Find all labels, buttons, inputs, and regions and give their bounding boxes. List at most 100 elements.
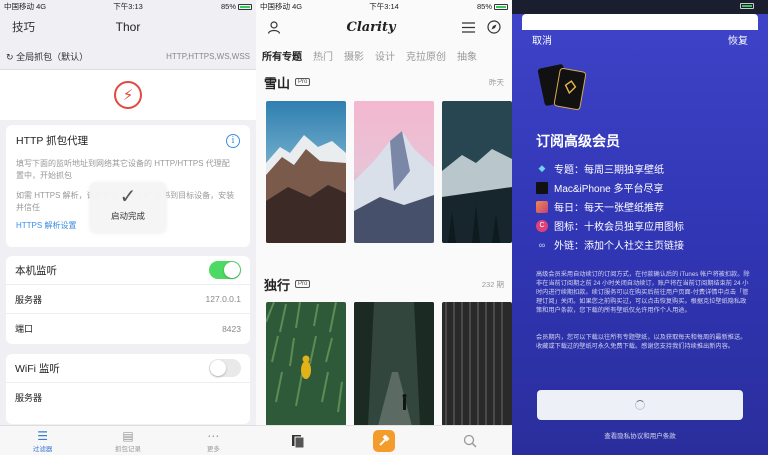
feature-text: 图标：十枚会员独享应用图标 [554, 222, 684, 233]
carrier-label: 中国移动 [260, 1, 290, 11]
tab-bar: ☰ 过滤器 ▤ 抓包记录 ⋯ 更多 [0, 425, 256, 455]
section-title: 雪山 [264, 75, 291, 91]
top-strip [512, 0, 768, 14]
tab-filter-label: 过滤器 [32, 446, 53, 453]
port-row: 端口 8423 [6, 314, 250, 343]
sheet-handle [522, 14, 758, 30]
section-meta: 昨天 [489, 77, 504, 87]
list-icon[interactable] [460, 19, 476, 35]
section-title: 独行 [264, 277, 291, 293]
feature-item: 每日：每天一张壁纸推荐 [536, 199, 664, 214]
category-tab[interactable]: 摄影 [344, 48, 364, 63]
wifi-server-label: 服务器 [15, 393, 43, 403]
port-label: 端口 [15, 324, 34, 334]
http-proxy-title: HTTP 抓包代理 [16, 135, 89, 147]
section-meta: 232 期 [481, 279, 504, 289]
capture-mode-label: 全局抓包（默认） [16, 52, 89, 62]
local-listen-label: 本机监听 [15, 264, 57, 277]
records-icon: ▤ [122, 429, 134, 443]
restore-button[interactable]: 恢复 [728, 32, 748, 48]
membership-cards-icon [537, 64, 587, 110]
privacy-terms-link[interactable]: 查看隐私协议和用户条款 [512, 430, 768, 440]
capture-mode-bar[interactable]: ↻ 全局抓包（默认） HTTP,HTTPS,WS,WSS [0, 44, 256, 70]
start-area: ⚡ [0, 70, 256, 120]
nav-bar: Thor 技巧 [0, 12, 256, 42]
status-bar: 中国移动 4G 下午3:14 85% [256, 0, 512, 12]
discover-button[interactable] [372, 429, 395, 452]
refresh-icon: ↻ [6, 52, 14, 62]
category-tab[interactable]: 抽象 [457, 48, 477, 63]
thor-app-screen: 中国移动 4G 下午3:13 85% Thor 技巧 ↻ 全局抓包（默认） HT… [0, 0, 256, 455]
cancel-button[interactable]: 取消 [532, 32, 728, 48]
status-bar: 中国移动 4G 下午3:13 85% [0, 0, 256, 12]
tab-more-label: 更多 [206, 446, 220, 453]
wifi-listen-row: WiFi 监听 [6, 354, 250, 383]
wifi-listen-card: WiFi 监听 服务器 [6, 354, 250, 424]
network-label: 4G [292, 1, 303, 11]
wifi-server-row: 服务器 [6, 383, 250, 412]
feature-text: 专题：每周三期独享壁纸 [554, 165, 664, 176]
battery-label: 85% [477, 1, 493, 11]
category-tab[interactable]: 设计 [375, 48, 395, 63]
tab-bar [256, 425, 512, 455]
category-tab[interactable]: 克拉原创 [406, 48, 446, 63]
subscription-screen: 取消 恢复 订阅高级会员 ◆ 专题：每周三期独享壁纸 Mac&iPhone 多平… [512, 0, 768, 455]
daily-icon [536, 200, 548, 213]
category-tab[interactable]: 所有专题 [262, 48, 302, 63]
http-proxy-desc: 填写下面的监听地址到网络其它设备的 HTTP/HTTPS 代理配置中，开始抓包 [16, 159, 230, 180]
info-icon[interactable]: i [226, 133, 240, 148]
subscribe-button[interactable] [537, 390, 743, 420]
feature-text: 外链：添加个人社交主页链接 [554, 241, 684, 252]
loading-spinner-icon [635, 400, 645, 410]
network-label: 4G [36, 1, 47, 11]
clock: 下午3:13 [113, 1, 143, 11]
server-row: 服务器 127.0.0.1 [6, 285, 250, 314]
member-benefits-note: 会员期内，您可以下载以往所有专题壁纸，以及获取每天和每周的最新推送。收藏或下载过… [536, 334, 747, 350]
category-tab[interactable]: 热门 [313, 48, 333, 63]
thor-power-button[interactable]: ⚡ [114, 81, 142, 109]
tab-filter[interactable]: ☰ 过滤器 [0, 426, 85, 455]
hammer-icon [379, 434, 390, 446]
tab-records[interactable]: ▤ 抓包记录 [85, 426, 170, 455]
protocols-label: HTTP,HTTPS,WS,WSS [166, 52, 250, 61]
section-header-snow-mountain[interactable]: 雪山 Pro 昨天 [264, 73, 504, 91]
clarity-app-screen: 中国移动 4G 下午3:14 85% Clarity 所有专题 热门 摄影 设计… [256, 0, 512, 455]
collections-icon[interactable] [290, 433, 306, 449]
link-icon: ∞ [538, 239, 546, 250]
battery-icon [494, 3, 509, 10]
wifi-listen-toggle[interactable] [209, 359, 241, 377]
local-listen-toggle[interactable] [209, 261, 241, 279]
wallpaper-thumbnail[interactable] [442, 101, 512, 243]
pro-badge: Pro [295, 280, 311, 288]
wallpaper-thumbnail[interactable] [354, 302, 434, 426]
feature-item: Mac&iPhone 多平台尽享 [536, 180, 663, 195]
subscription-title: 订阅高级会员 [536, 133, 620, 149]
more-icon: ⋯ [207, 429, 220, 443]
wallpaper-thumbnail[interactable] [354, 101, 434, 243]
checkmark-icon: ✓ [119, 186, 137, 208]
section-header-alone[interactable]: 独行 Pro 232 期 [264, 275, 504, 293]
profile-icon[interactable] [266, 19, 282, 35]
diamond-icon: ◆ [538, 163, 546, 173]
app-icon: C [536, 219, 548, 232]
tips-button[interactable]: 技巧 [12, 19, 35, 35]
compass-icon[interactable] [486, 19, 502, 35]
carrier-label: 中国移动 [4, 1, 34, 11]
wallpaper-thumbnail[interactable] [442, 302, 512, 426]
search-icon[interactable] [462, 433, 478, 449]
server-value: 127.0.0.1 [205, 294, 241, 304]
tab-more[interactable]: ⋯ 更多 [171, 426, 256, 455]
battery-icon [740, 3, 754, 9]
toast: ✓ 启动完成 [90, 182, 166, 232]
battery-icon [238, 3, 253, 10]
server-label: 服务器 [15, 294, 43, 305]
battery-label: 85% [221, 1, 237, 11]
feature-text: Mac&iPhone 多平台尽享 [554, 184, 664, 195]
feature-item: ◆ 专题：每周三期独享壁纸 [536, 161, 664, 176]
wallpaper-thumbnail[interactable] [266, 302, 346, 426]
toast-text: 启动完成 [110, 211, 145, 221]
port-value: 8423 [222, 323, 241, 334]
local-listen-card: 本机监听 服务器 127.0.0.1 端口 8423 [6, 256, 250, 344]
wallpaper-thumbnail[interactable] [266, 101, 346, 243]
category-tabs: 所有专题 热门 摄影 设计 克拉原创 抽象 [256, 44, 512, 66]
